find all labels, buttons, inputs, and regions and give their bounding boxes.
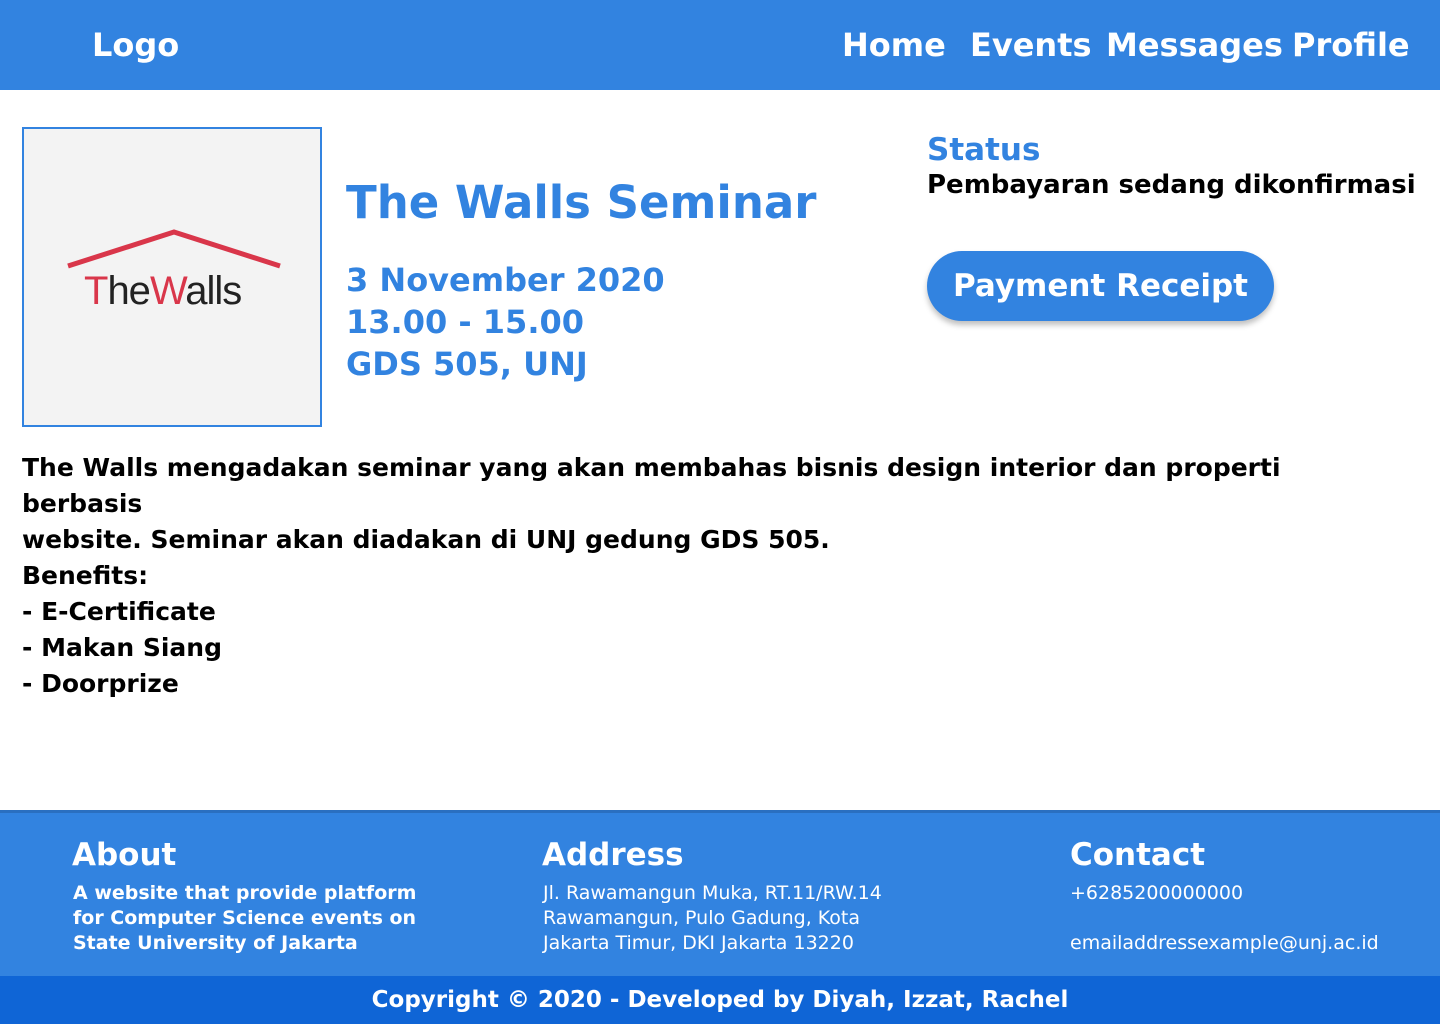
benefits-title: Benefits: bbox=[22, 561, 149, 590]
contact-title: Contact bbox=[1070, 837, 1206, 873]
about-line: for Computer Science events on bbox=[73, 907, 417, 929]
event-time: 13.00 - 15.00 bbox=[346, 303, 584, 341]
benefit-item: - E-Certificate bbox=[22, 597, 216, 626]
benefit-item: - Makan Siang bbox=[22, 633, 222, 662]
status-value: Pembayaran sedang dikonfirmasi bbox=[927, 170, 1416, 200]
address-line: Jakarta Timur, DKI Jakarta 13220 bbox=[543, 932, 854, 954]
address-text: Jl. Rawamangun Muka, RT.11/RW.14 Rawaman… bbox=[543, 881, 882, 956]
description-line: The Walls mengadakan seminar yang akan m… bbox=[22, 453, 1281, 518]
event-date: 3 November 2020 bbox=[346, 261, 665, 299]
about-line: State University of Jakarta bbox=[73, 932, 358, 954]
event-title: The Walls Seminar bbox=[346, 176, 817, 229]
address-title: Address bbox=[542, 837, 684, 873]
footer: About A website that provide platform fo… bbox=[0, 810, 1440, 976]
thewalls-logo: TheWalls bbox=[67, 229, 281, 313]
nav-events[interactable]: Events bbox=[970, 26, 1092, 64]
nav-messages[interactable]: Messages bbox=[1106, 26, 1283, 64]
svg-text:TheWalls: TheWalls bbox=[84, 269, 241, 313]
address-line: Jl. Rawamangun Muka, RT.11/RW.14 bbox=[543, 882, 882, 904]
copyright-text: Copyright © 2020 - Developed by Diyah, I… bbox=[371, 987, 1069, 1013]
benefits-list: Benefits: - E-Certificate - Makan Siang … bbox=[22, 558, 222, 702]
about-line: A website that provide platform bbox=[73, 882, 417, 904]
about-title: About bbox=[72, 837, 177, 873]
status-label: Status bbox=[927, 132, 1041, 168]
contact-phone[interactable]: +6285200000000 bbox=[1070, 881, 1243, 906]
event-description: The Walls mengadakan seminar yang akan m… bbox=[22, 450, 1402, 558]
description-line: website. Seminar akan diadakan di UNJ ge… bbox=[22, 525, 830, 554]
nav-profile[interactable]: Profile bbox=[1292, 26, 1410, 64]
benefit-item: - Doorprize bbox=[22, 669, 179, 698]
event-venue: GDS 505, UNJ bbox=[346, 345, 588, 383]
contact-email[interactable]: emailaddressexample@unj.ac.id bbox=[1070, 931, 1379, 956]
address-line: Rawamangun, Pulo Gadung, Kota bbox=[543, 907, 861, 929]
copyright-bar: Copyright © 2020 - Developed by Diyah, I… bbox=[0, 976, 1440, 1024]
payment-receipt-button[interactable]: Payment Receipt bbox=[927, 251, 1274, 321]
top-navbar: Logo Home Events Messages Profile bbox=[0, 0, 1440, 90]
event-image: TheWalls bbox=[22, 127, 322, 427]
nav-home[interactable]: Home bbox=[842, 26, 946, 64]
site-logo[interactable]: Logo bbox=[92, 26, 179, 64]
about-text: A website that provide platform for Comp… bbox=[73, 881, 416, 956]
